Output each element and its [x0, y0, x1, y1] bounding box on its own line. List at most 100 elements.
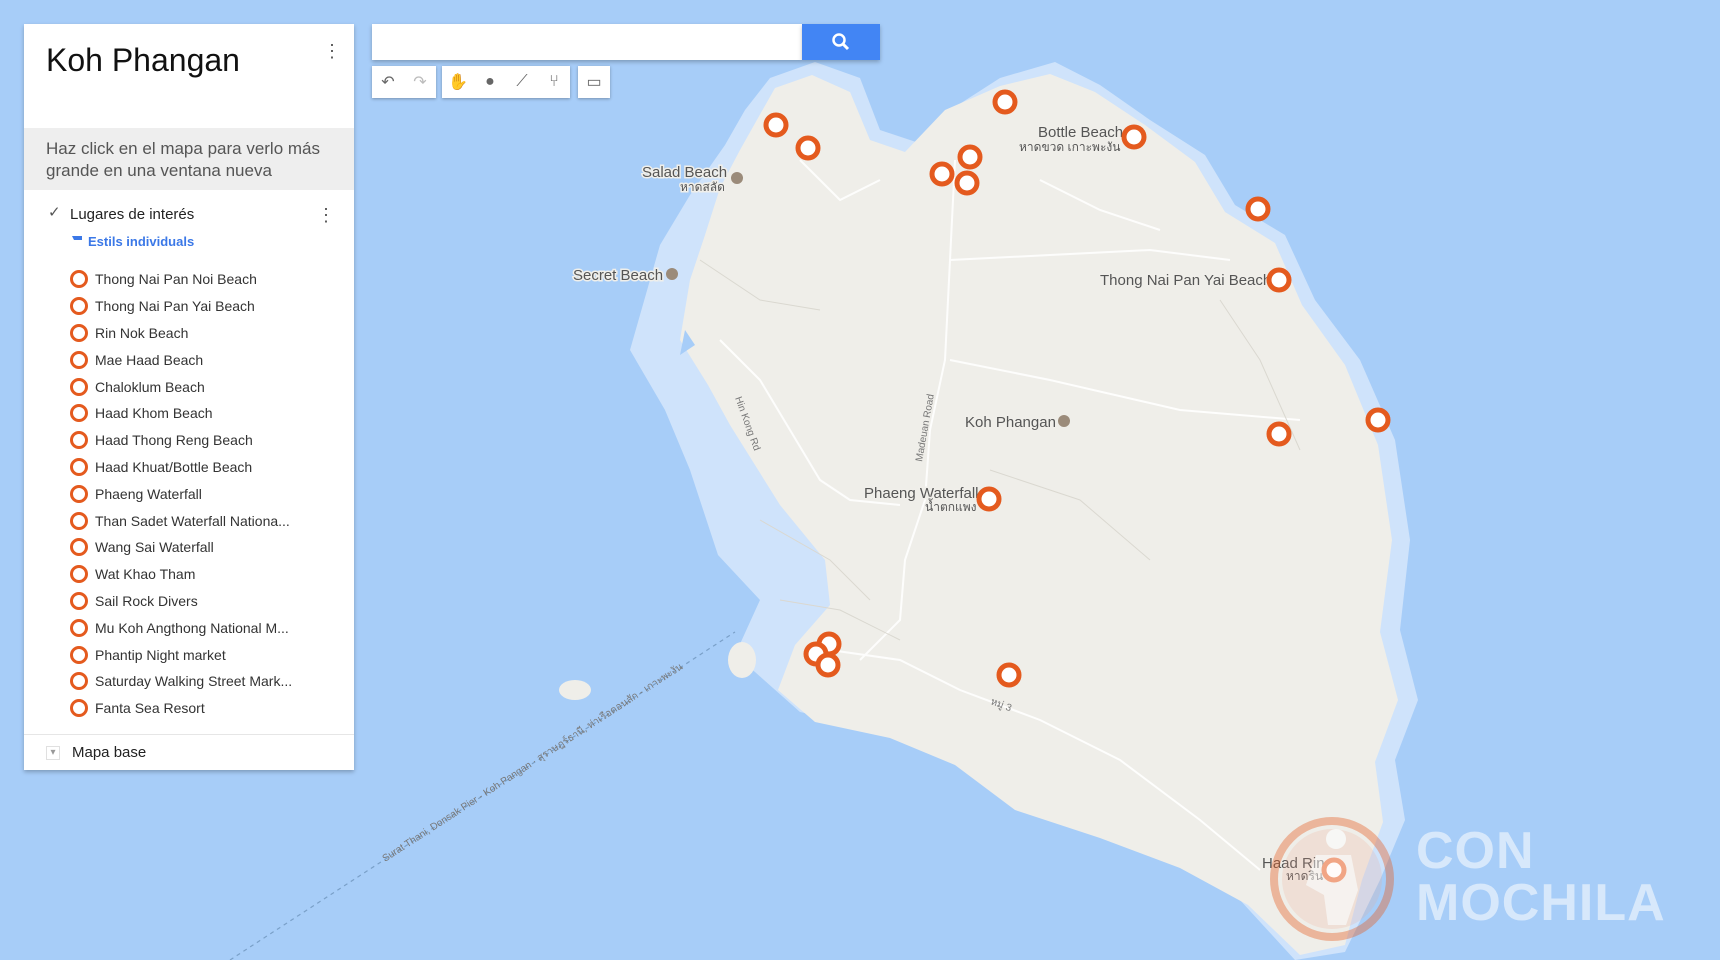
- marker-ring-icon: [70, 484, 88, 503]
- marker-ring-icon: [70, 672, 88, 691]
- marker-ring-icon: [70, 618, 88, 637]
- marker-icon[interactable]: ●: [474, 66, 506, 98]
- hand-icon[interactable]: ✋: [442, 66, 474, 98]
- measure-toolbar: ▭: [578, 66, 610, 98]
- map-marker[interactable]: [992, 89, 1018, 115]
- drawing-toolbar: ✋ ● ⟋ ⑂: [442, 66, 570, 98]
- poi-icon-koh-phangan: [1058, 415, 1070, 427]
- place-label: Rin Nok Beach: [95, 324, 189, 341]
- list-item[interactable]: Wang Sai Waterfall: [70, 534, 340, 561]
- layer-options-menu-icon[interactable]: ⋮: [316, 204, 336, 226]
- map-marker[interactable]: [957, 144, 983, 170]
- label-secret-beach: Secret Beach: [573, 267, 663, 284]
- map-legend-panel: Koh Phangan ⋮ Haz click en el mapa para …: [24, 24, 354, 770]
- basemap-section[interactable]: ▾ Mapa base: [24, 734, 354, 771]
- map-description: Haz click en el mapa para verlo más gran…: [24, 128, 354, 190]
- list-item[interactable]: Phantip Night market: [70, 641, 340, 668]
- redo-icon[interactable]: ↷: [404, 66, 436, 98]
- place-label: Haad Khom Beach: [95, 405, 213, 422]
- map-marker[interactable]: [1266, 421, 1292, 447]
- list-item[interactable]: Chaloklum Beach: [70, 373, 340, 400]
- list-item[interactable]: Saturday Walking Street Mark...: [70, 668, 340, 695]
- marker-ring-icon: [70, 511, 88, 530]
- poi-icon-salad-beach: [731, 172, 743, 184]
- search-input[interactable]: [372, 24, 802, 60]
- place-label: Mu Koh Angthong National M...: [95, 619, 289, 636]
- map-options-menu-icon[interactable]: ⋮: [322, 40, 342, 62]
- marker-ring-icon: [70, 565, 88, 584]
- map-marker[interactable]: [1266, 267, 1292, 293]
- label-haad-rin-thai: หาดริน: [1286, 869, 1323, 883]
- place-label: Chaloklum Beach: [95, 378, 205, 395]
- islet: [728, 642, 756, 678]
- marker-ring-icon: [70, 323, 88, 342]
- map-marker[interactable]: [1121, 124, 1147, 150]
- place-label: Mae Haad Beach: [95, 351, 204, 368]
- ruler-icon[interactable]: ▭: [578, 66, 610, 98]
- marker-ring-icon: [70, 538, 88, 557]
- place-label: Phantip Night market: [95, 646, 226, 663]
- places-list: Thong Nai Pan Noi Beach Thong Nai Pan Ya…: [70, 266, 340, 722]
- place-label: Wang Sai Waterfall: [95, 539, 214, 556]
- list-item[interactable]: Fanta Sea Resort: [70, 695, 340, 722]
- list-item[interactable]: Haad Khuat/Bottle Beach: [70, 454, 340, 481]
- directions-icon[interactable]: ⑂: [538, 66, 570, 98]
- list-item[interactable]: Mu Koh Angthong National M...: [70, 614, 340, 641]
- map-marker[interactable]: [954, 170, 980, 196]
- marker-ring-icon: [70, 270, 88, 289]
- list-item[interactable]: Thong Nai Pan Noi Beach: [70, 266, 340, 293]
- map-marker[interactable]: [795, 135, 821, 161]
- list-item[interactable]: Than Sadet Waterfall Nationa...: [70, 507, 340, 534]
- label-bottle-beach-thai: หาดขวด เกาะพะงัน: [1019, 140, 1120, 154]
- marker-ring-icon: [70, 645, 88, 664]
- search-button[interactable]: [802, 24, 880, 60]
- map-marker[interactable]: [763, 112, 789, 138]
- label-salad-beach: Salad Beach: [642, 164, 727, 181]
- map-marker[interactable]: [1321, 857, 1347, 883]
- marker-ring-icon: [70, 297, 88, 316]
- line-icon[interactable]: ⟋: [506, 66, 538, 98]
- label-bottle-beach: Bottle Beach: [1038, 124, 1123, 141]
- list-item[interactable]: Haad Thong Reng Beach: [70, 427, 340, 454]
- label-koh-phangan: Koh Phangan: [965, 414, 1056, 431]
- individual-styles-link[interactable]: Estils individuals: [72, 234, 194, 249]
- history-toolbar: ↶ ↷: [372, 66, 436, 98]
- marker-ring-icon: [70, 591, 88, 610]
- list-item[interactable]: Wat Khao Tham: [70, 561, 340, 588]
- list-item[interactable]: Rin Nok Beach: [70, 320, 340, 347]
- list-item[interactable]: Haad Khom Beach: [70, 400, 340, 427]
- undo-icon[interactable]: ↶: [372, 66, 404, 98]
- map-marker[interactable]: [1365, 407, 1391, 433]
- list-item[interactable]: Mae Haad Beach: [70, 346, 340, 373]
- map-marker[interactable]: [929, 161, 955, 187]
- islet: [559, 680, 591, 700]
- chevron-down-icon[interactable]: ▾: [46, 746, 60, 760]
- place-label: Wat Khao Tham: [95, 566, 196, 583]
- list-item[interactable]: Sail Rock Divers: [70, 588, 340, 615]
- label-thong-nai-pan-yai: Thong Nai Pan Yai Beach: [1100, 272, 1271, 289]
- individual-styles-label: Estils individuals: [88, 234, 195, 249]
- marker-ring-icon: [70, 404, 88, 423]
- label-phaeng-waterfall-thai: น้ำตกแพง: [925, 498, 977, 514]
- label-salad-beach-thai: หาดสลัด: [680, 180, 725, 194]
- place-label: Thong Nai Pan Yai Beach: [95, 298, 255, 315]
- layer-name[interactable]: Lugares de interés: [70, 206, 194, 223]
- marker-ring-icon: [70, 350, 88, 369]
- list-item[interactable]: Thong Nai Pan Yai Beach: [70, 293, 340, 320]
- map-marker[interactable]: [996, 662, 1022, 688]
- place-label: Saturday Walking Street Mark...: [95, 673, 293, 690]
- layer-visibility-checkbox[interactable]: ✓: [48, 205, 62, 220]
- map-marker[interactable]: [976, 486, 1002, 512]
- poi-icon-secret-beach: [666, 268, 678, 280]
- map-title[interactable]: Koh Phangan: [46, 42, 240, 79]
- place-label: Haad Thong Reng Beach: [95, 432, 253, 449]
- place-label: Haad Khuat/Bottle Beach: [95, 458, 253, 475]
- map-marker[interactable]: [1245, 196, 1271, 222]
- place-label: Than Sadet Waterfall Nationa...: [95, 512, 290, 529]
- marker-ring-icon: [70, 431, 88, 450]
- list-item[interactable]: Phaeng Waterfall: [70, 480, 340, 507]
- place-label: Thong Nai Pan Noi Beach: [95, 271, 257, 288]
- map-marker[interactable]: [815, 652, 841, 678]
- marker-ring-icon: [70, 377, 88, 396]
- map-description-text: Haz click en el mapa para verlo más gran…: [46, 139, 321, 180]
